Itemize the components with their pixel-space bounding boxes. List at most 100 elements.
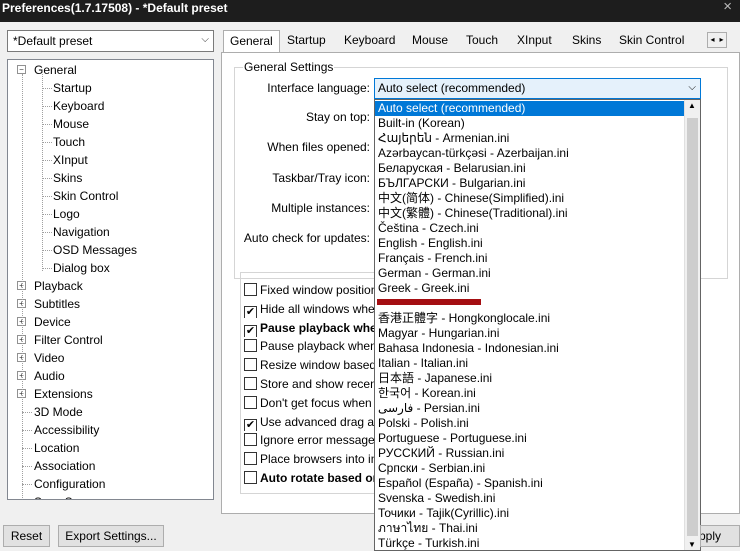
option-checkbox[interactable]: Auto rotate based on — [244, 470, 376, 487]
language-option[interactable]: German - German.ini — [375, 266, 685, 281]
language-dropdown-list[interactable]: Auto select (recommended) Built-in (Korea… — [374, 99, 701, 551]
language-option[interactable]: Точики - Tajik(Cyrillic).ini — [375, 506, 685, 521]
tree-item-logo[interactable]: Logo — [53, 205, 80, 223]
checkmark-icon[interactable]: ✔ — [244, 305, 257, 318]
tab-keyboard[interactable]: Keyboard — [338, 30, 401, 52]
checkbox-box[interactable] — [244, 377, 257, 390]
tab-touch[interactable]: Touch — [460, 30, 504, 52]
language-option[interactable]: БЪЛГАРСКИ - Bulgarian.ini — [375, 176, 685, 191]
apply-button[interactable]: Apply — [700, 525, 740, 547]
language-option[interactable]: Italian - Italian.ini — [375, 356, 685, 371]
language-option[interactable]: РУССКИЙ - Russian.ini — [375, 446, 685, 461]
language-option[interactable]: Հայերեն - Armenian.ini — [375, 131, 685, 146]
preset-select[interactable]: *Default preset ⌵ — [7, 30, 214, 52]
language-option[interactable]: Español (España) - Spanish.ini — [375, 476, 685, 491]
language-option[interactable]: 日本語 - Japanese.ini — [375, 371, 685, 386]
language-option[interactable]: Svenska - Swedish.ini — [375, 491, 685, 506]
tree-item-configuration[interactable]: Configuration — [34, 475, 105, 493]
checkbox-box[interactable] — [244, 358, 257, 372]
tab-startup[interactable]: Startup — [281, 30, 332, 52]
reset-button[interactable]: Reset — [3, 525, 50, 547]
language-option[interactable]: Српски - Serbian.ini — [375, 461, 685, 476]
language-option[interactable]: Polski - Polish.ini — [375, 416, 685, 431]
tree-item-skin-control[interactable]: Skin Control — [53, 187, 118, 205]
language-option[interactable]: Magyar - Hungarian.ini — [375, 326, 685, 341]
option-checkbox[interactable]: Don't get focus when — [244, 395, 376, 412]
tree-item-association[interactable]: Association — [34, 457, 95, 475]
tree-item-location[interactable]: Location — [34, 439, 79, 457]
language-option[interactable]: 香港正體字 - Hongkonglocale.ini — [375, 311, 685, 326]
tree-item-save-s[interactable]: Save S... — [34, 493, 83, 499]
option-checkbox[interactable]: ✔ Hide all windows whe — [244, 301, 376, 318]
scrollbar-thumb[interactable] — [687, 118, 698, 536]
tree-item-startup[interactable]: Startup — [53, 79, 92, 97]
tree-item-general[interactable]: General — [34, 61, 77, 79]
tab-scroll-right-icon[interactable]: ▸ — [717, 33, 726, 47]
tree-item-dialog-box[interactable]: Dialog box — [53, 259, 110, 277]
close-icon[interactable]: × — [723, 0, 732, 14]
tree-item-osd-messages[interactable]: OSD Messages — [53, 241, 137, 259]
tree-item-video[interactable]: Video — [34, 349, 64, 367]
language-option[interactable]: English - English.ini — [375, 236, 685, 251]
category-tree[interactable]: − General Startup Keyboard Mouse Touch XInput S… — [7, 59, 214, 500]
language-option[interactable]: Français - French.ini — [375, 251, 685, 266]
language-option[interactable]: Türkçe - Turkish.ini — [375, 536, 685, 550]
language-option[interactable]: ภาษาไทย - Thai.ini — [375, 521, 685, 536]
checkbox-box[interactable] — [244, 452, 257, 466]
scroll-down-icon[interactable]: ▼ — [688, 540, 696, 549]
checkbox-box[interactable] — [244, 283, 257, 296]
tree-item-device[interactable]: Device — [34, 313, 71, 331]
language-option[interactable]: 中文(繁體) - Chinese(Traditional).ini — [375, 206, 685, 221]
export-settings-button[interactable]: Export Settings... — [58, 525, 164, 547]
checkbox-box[interactable] — [244, 471, 257, 484]
checkmark-icon[interactable]: ✔ — [244, 324, 257, 337]
option-checkbox[interactable]: Resize window based — [244, 357, 376, 374]
tree-item-audio[interactable]: Audio — [34, 367, 65, 385]
tree-item-accessibility[interactable]: Accessibility — [34, 421, 99, 439]
language-option[interactable]: Greek - Greek.ini — [375, 281, 685, 296]
tree-item-xinput[interactable]: XInput — [53, 151, 88, 169]
tab-general[interactable]: General — [223, 30, 280, 53]
checkbox-box[interactable] — [244, 395, 257, 409]
dropdown-scrollbar[interactable]: ▲ ▼ — [684, 100, 700, 550]
tab-xinput[interactable]: XInput — [511, 30, 558, 52]
tree-item-playback[interactable]: Playback — [34, 277, 83, 295]
tab-skins[interactable]: Skins — [566, 30, 607, 52]
tab-scroll-left-icon[interactable]: ◂ — [708, 33, 717, 47]
tree-item-skins[interactable]: Skins — [53, 169, 82, 187]
option-checkbox[interactable]: Pause playback when — [244, 338, 376, 355]
language-option[interactable]: فارسی - Persian.ini — [375, 401, 685, 416]
language-option[interactable]: Беларуская - Belarusian.ini — [375, 161, 685, 176]
tab-mouse[interactable]: Mouse — [406, 30, 454, 52]
tab-skin-control[interactable]: Skin Control — [613, 30, 690, 52]
option-checkbox[interactable]: Store and show recent — [244, 376, 376, 393]
language-option[interactable]: Bahasa Indonesia - Indonesian.ini — [375, 341, 685, 356]
tree-item-navigation[interactable]: Navigation — [53, 223, 110, 241]
checkbox-box[interactable] — [244, 433, 257, 447]
tree-item-mouse[interactable]: Mouse — [53, 115, 89, 133]
language-option[interactable]: Portuguese - Portuguese.ini — [375, 431, 685, 446]
option-checkbox[interactable]: Fixed window position — [244, 282, 376, 299]
tab-scroll-buttons[interactable]: ◂ ▸ — [707, 32, 727, 48]
language-option[interactable]: Built-in (Korean) — [375, 116, 685, 131]
language-option[interactable]: Auto select (recommended) — [375, 101, 685, 116]
tree-item-keyboard[interactable]: Keyboard — [53, 97, 104, 115]
option-checkbox[interactable]: ✔ Use advanced drag an — [244, 414, 376, 431]
tree-item-3d-mode[interactable]: 3D Mode — [34, 403, 83, 421]
tree-item-filter-control[interactable]: Filter Control — [34, 331, 103, 349]
option-checkbox[interactable]: Ignore error messages — [244, 432, 376, 449]
language-option[interactable]: Azərbaycan-türkçəsi - Azerbaijan.ini — [375, 146, 685, 161]
tree-expander-icon[interactable]: − — [17, 65, 26, 74]
checkmark-icon[interactable]: ✔ — [244, 418, 257, 431]
interface-language-select[interactable]: Auto select (recommended) ⌵ — [374, 78, 701, 99]
checkbox-box[interactable] — [244, 339, 257, 353]
option-checkbox[interactable]: Place browsers into in — [244, 451, 376, 468]
language-option[interactable]: Čeština - Czech.ini — [375, 221, 685, 236]
scroll-up-icon[interactable]: ▲ — [688, 101, 696, 110]
option-checkbox[interactable]: ✔ Pause playback when — [244, 320, 376, 337]
tree-item-extensions[interactable]: Extensions — [34, 385, 93, 403]
tree-item-subtitles[interactable]: Subtitles — [34, 295, 80, 313]
language-option[interactable]: 한국어 - Korean.ini — [375, 386, 685, 401]
tree-item-touch[interactable]: Touch — [53, 133, 85, 151]
language-option[interactable]: 中文(简体) - Chinese(Simplified).ini — [375, 191, 685, 206]
